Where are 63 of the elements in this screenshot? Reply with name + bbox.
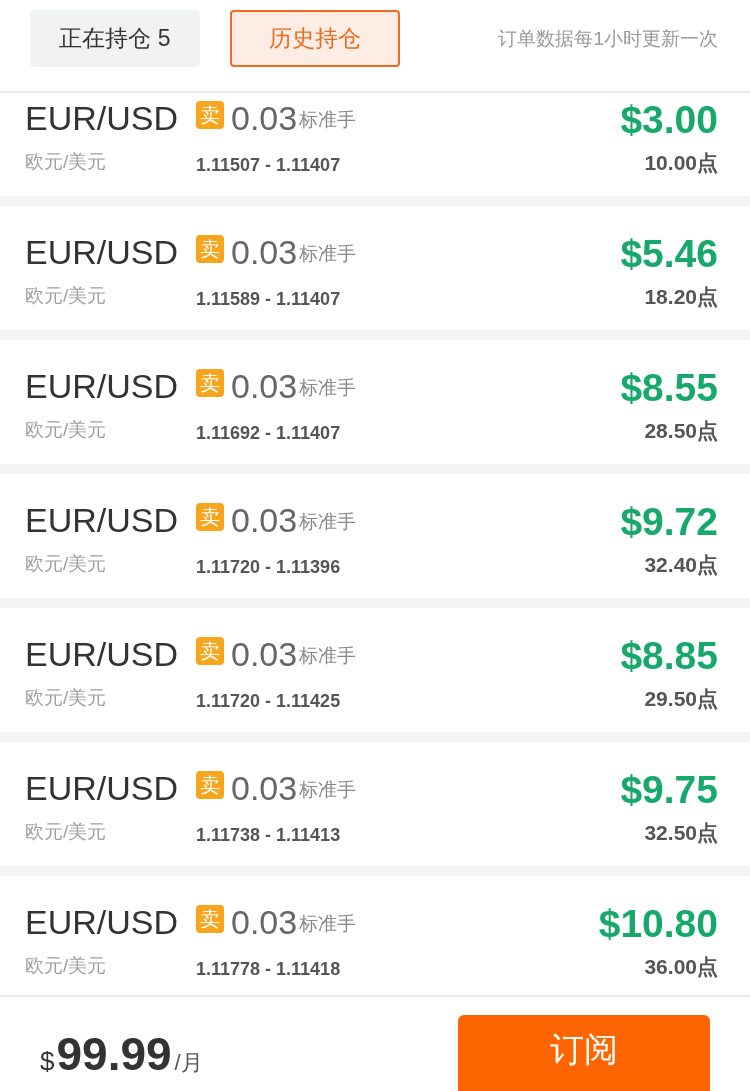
- symbol-text: EUR/USD: [25, 366, 180, 407]
- side-tag: 卖: [196, 503, 224, 531]
- tab[interactable]: 历史持仓: [230, 10, 400, 67]
- symbol-text: EUR/USD: [25, 902, 180, 943]
- lot-size: 0.03: [231, 768, 298, 809]
- symbol-name: 欧元/美元: [25, 418, 108, 442]
- currency-symbol: $: [40, 1046, 55, 1077]
- side-tag: 卖: [196, 101, 224, 129]
- symbol-text: EUR/USD: [25, 768, 180, 809]
- profit-amount: $10.80: [598, 901, 718, 946]
- profit-points: 36.00点: [643, 955, 718, 979]
- lot-unit: 标准手: [299, 510, 357, 534]
- profit-points: 29.50点: [643, 687, 718, 711]
- symbol-text: EUR/USD: [25, 634, 180, 675]
- side-tag: 卖: [196, 235, 224, 263]
- lot-size: 0.03: [231, 500, 298, 541]
- lot-unit: 标准手: [299, 376, 357, 400]
- price-range: 1.11692 - 1.11407: [196, 422, 342, 445]
- lot-size: 0.03: [231, 634, 298, 675]
- profit-amount: $9.72: [620, 499, 718, 544]
- lot-unit: 标准手: [299, 778, 357, 802]
- subscribe-button[interactable]: 订阅: [458, 1015, 710, 1091]
- profit-points: 18.20点: [643, 285, 718, 309]
- profit-points: 32.50点: [643, 821, 718, 845]
- symbol-name: 欧元/美元: [25, 686, 108, 710]
- side-tag: 卖: [196, 369, 224, 397]
- symbol-name: 欧元/美元: [25, 150, 108, 174]
- symbol-name: 欧元/美元: [25, 820, 108, 844]
- side-tag: 卖: [196, 637, 224, 665]
- profit-amount: $8.55: [620, 365, 718, 410]
- side-tag: 卖: [196, 771, 224, 799]
- price-range: 1.11720 - 1.11396: [196, 556, 342, 579]
- price-range: 1.11589 - 1.11407: [196, 288, 342, 311]
- lot-size: 0.03: [231, 232, 298, 273]
- symbol-text: EUR/USD: [25, 98, 180, 139]
- lot-size: 0.03: [231, 366, 298, 407]
- profit-points: 32.40点: [643, 553, 718, 577]
- lot-unit: 标准手: [299, 644, 357, 668]
- symbol-name: 欧元/美元: [25, 552, 108, 576]
- lot-unit: 标准手: [299, 108, 357, 132]
- side-tag: 卖: [196, 905, 224, 933]
- symbol-text: EUR/USD: [25, 232, 180, 273]
- price-range: 1.11778 - 1.11418: [196, 958, 342, 981]
- lot-unit: 标准手: [299, 242, 357, 266]
- update-note: 订单数据每1小时更新一次: [498, 26, 718, 51]
- profit-amount: $5.46: [620, 231, 718, 276]
- symbol-text: EUR/USD: [25, 500, 180, 541]
- profit-points: 28.50点: [643, 419, 718, 443]
- tab[interactable]: 正在持仓 5: [30, 10, 200, 67]
- profit-amount: $8.85: [620, 633, 718, 678]
- profit-points: 10.00点: [643, 151, 718, 175]
- price-range: 1.11507 - 1.11407: [196, 154, 342, 177]
- profit-amount: $3.00: [620, 97, 718, 142]
- price-amount: 99.99: [56, 1027, 172, 1081]
- price-period: /月: [174, 1049, 203, 1077]
- price-range: 1.11738 - 1.11413: [196, 824, 342, 847]
- lot-size: 0.03: [231, 98, 298, 139]
- lot-size: 0.03: [231, 902, 298, 943]
- symbol-name: 欧元/美元: [25, 284, 108, 308]
- lot-unit: 标准手: [299, 912, 357, 936]
- price-range: 1.11720 - 1.11425: [196, 690, 342, 713]
- symbol-name: 欧元/美元: [25, 954, 108, 978]
- profit-amount: $9.75: [620, 767, 718, 812]
